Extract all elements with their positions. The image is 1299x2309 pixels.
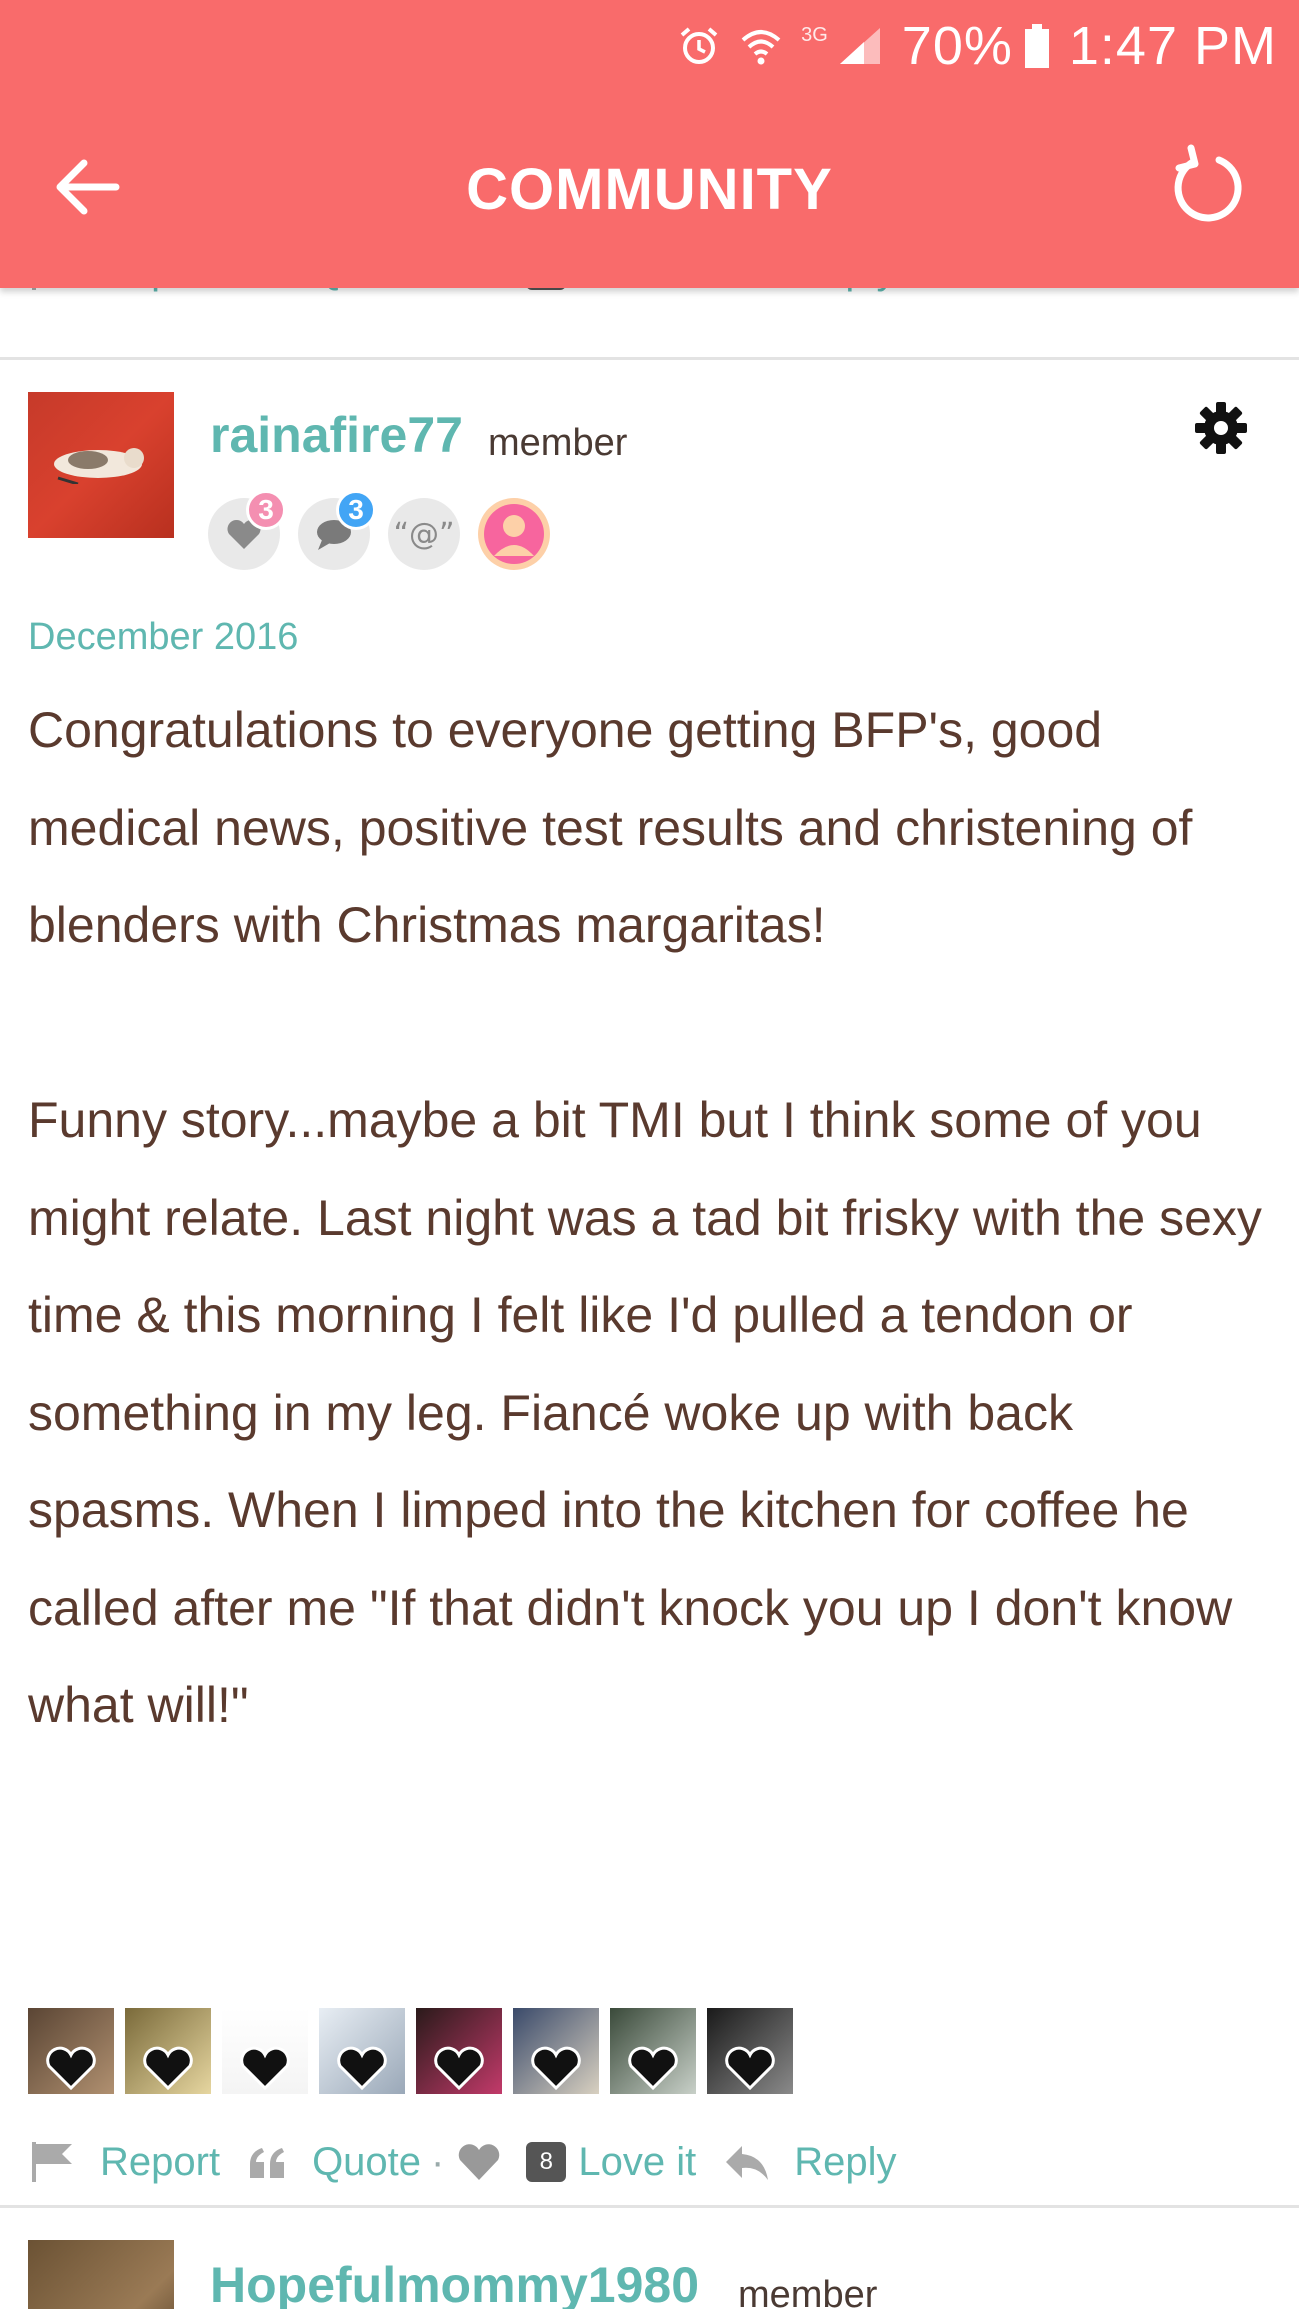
refresh-button[interactable] [1163, 144, 1247, 228]
post-paragraph: Funny story...maybe a bit TMI but I thin… [28, 1092, 1262, 1733]
user-badges: 3 3 “@” [208, 490, 550, 570]
avatar[interactable] [28, 2240, 174, 2309]
heart-icon [531, 2046, 581, 2090]
signal-icon [836, 24, 884, 68]
hearts-badge[interactable]: 3 [208, 490, 286, 570]
alarm-icon [677, 24, 721, 68]
mention-badge[interactable]: “@” [388, 498, 460, 570]
username-link[interactable]: Hopefulmommy1980 [210, 2256, 699, 2309]
comments-badge[interactable]: 3 [298, 490, 376, 570]
top-navigation: COMMUNITY [0, 118, 1299, 258]
heart-icon [725, 2046, 775, 2090]
next-post: Hopefulmommy1980 member [0, 2212, 1299, 2309]
quote-icon [250, 2148, 285, 2178]
reply-label: Reply [794, 2139, 897, 2184]
network-type: 3G [801, 23, 828, 46]
lover-avatar[interactable] [222, 2008, 308, 2094]
hearts-count: 3 [246, 490, 286, 530]
profile-icon [484, 504, 544, 564]
post: rainafire77 member 3 3 “@” December 2016… [0, 362, 1299, 2208]
loved-by-avatars [28, 2008, 793, 2094]
report-button[interactable]: Report [28, 2140, 220, 2185]
flag-icon [32, 2142, 72, 2182]
wifi-icon [739, 24, 783, 68]
heart-icon [46, 2046, 96, 2090]
post-body: Congratulations to everyone getting BFP'… [28, 682, 1268, 1755]
lover-avatar[interactable] [416, 2008, 502, 2094]
lover-avatar[interactable] [28, 2008, 114, 2094]
post-date: December 2016 [28, 616, 299, 658]
lover-avatar[interactable] [319, 2008, 405, 2094]
quote-label: Quote [312, 2139, 422, 2184]
member-role: member [738, 2274, 878, 2309]
status-bar: 3G 70% 1:47 PM [677, 12, 1277, 80]
love-label: Love it [578, 2139, 697, 2184]
separator: · [431, 2139, 445, 2184]
heart-icon [337, 2046, 387, 2090]
member-role: member [488, 422, 628, 464]
battery-icon [1023, 22, 1051, 70]
clock: 1:47 PM [1068, 16, 1277, 76]
page-title: COMMUNITY [466, 157, 833, 222]
username-link[interactable]: rainafire77 [210, 406, 463, 464]
action-bar: Report Quote · 8 Love it Reply [28, 2114, 896, 2210]
reply-icon [726, 2146, 769, 2180]
reply-button[interactable]: Reply [722, 2140, 896, 2185]
avatar[interactable] [28, 392, 174, 538]
lover-avatar[interactable] [125, 2008, 211, 2094]
cat-photo-icon [54, 448, 144, 484]
heart-icon [459, 2144, 500, 2180]
love-count: 8 [526, 2142, 567, 2182]
comments-count: 3 [336, 490, 376, 530]
post-settings-button[interactable] [1191, 398, 1251, 458]
heart-icon [628, 2046, 678, 2090]
gear-icon [1195, 402, 1247, 454]
mention-icon: “@” [393, 516, 455, 552]
lover-avatar[interactable] [610, 2008, 696, 2094]
love-button[interactable]: 8 Love it [454, 2140, 696, 2185]
app-bar: 3G 70% 1:47 PM COMMUNITY [0, 0, 1299, 288]
lover-avatar[interactable] [707, 2008, 793, 2094]
report-label: Report [100, 2139, 221, 2184]
post-paragraph: Congratulations to everyone getting BFP'… [28, 702, 1193, 953]
lover-avatar[interactable] [513, 2008, 599, 2094]
profile-badge[interactable] [478, 498, 550, 570]
quote-button[interactable]: Quote [246, 2140, 421, 2185]
refresh-icon [1174, 144, 1242, 222]
heart-icon [434, 2046, 484, 2090]
heart-icon [240, 2046, 290, 2090]
heart-icon [143, 2046, 193, 2090]
battery-percent: 70% [901, 16, 1013, 76]
